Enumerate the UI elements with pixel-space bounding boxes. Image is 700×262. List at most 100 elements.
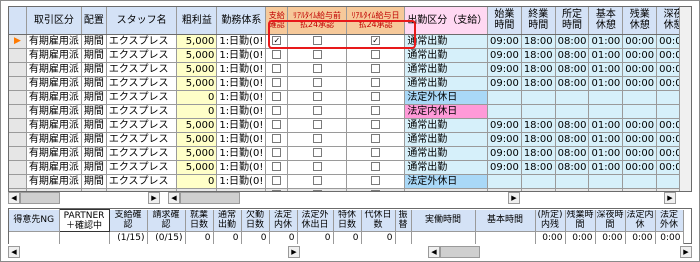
checkbox[interactable] (272, 106, 282, 115)
cell-work-system[interactable]: 1:日勤(0! (216, 90, 267, 105)
checkbox[interactable] (371, 64, 381, 73)
cell-work-system[interactable]: 1:日勤(0! (216, 146, 267, 161)
cell-attendance-type[interactable]: 通常出勤 (404, 62, 488, 77)
cell-time-e[interactable]: 18:00 (521, 76, 556, 91)
cell-check-0[interactable] (265, 174, 289, 189)
cell-check-1[interactable] (287, 174, 347, 189)
cell-time-b[interactable] (588, 104, 624, 119)
cell-time-f[interactable]: 08:00 (555, 62, 590, 77)
cell-time-f[interactable]: 08:00 (555, 118, 590, 133)
cell-time-z[interactable]: 00:00 (622, 48, 658, 63)
col-header-haichi[interactable]: 配置 (81, 7, 107, 35)
checkbox[interactable] (312, 162, 322, 171)
table-row[interactable]: 有期雇用派 期間 エクスプレス 0 1:日勤(0! 法定内休日 (9, 104, 691, 119)
checkbox[interactable] (272, 148, 282, 157)
cell-time-s[interactable]: 09:00 (487, 34, 522, 49)
cell-work-system[interactable]: 1:日勤(0! (216, 132, 267, 147)
cell-staff-name[interactable]: エクスプレス (106, 48, 178, 63)
cell-torihiki[interactable]: 有期雇用派 (26, 146, 82, 161)
cell-time-e[interactable]: 18:00 (521, 62, 556, 77)
cell-attendance-type[interactable]: 法定外休日 (404, 174, 488, 189)
checkbox[interactable] (312, 134, 322, 143)
cell-staff-name[interactable]: エクスプレス (106, 118, 178, 133)
cell-check-1[interactable] (287, 104, 347, 119)
cell-time-b[interactable]: 01:00 (588, 160, 624, 175)
cell-time-e[interactable] (521, 174, 556, 189)
cell-check-2[interactable] (346, 118, 406, 133)
cell-attendance-type[interactable]: 通常出勤 (404, 48, 488, 63)
cell-work-system[interactable]: 1:日勤(0! (216, 34, 267, 49)
cell-staff-name[interactable]: エクスプレス (106, 132, 178, 147)
cell-check-2[interactable] (346, 146, 406, 161)
col-header-work-system[interactable]: 勤務体系 (216, 7, 267, 35)
cell-gross-profit[interactable]: 0 (176, 174, 218, 189)
cell-gross-profit[interactable]: 5,000 (176, 62, 218, 77)
cell-check-1[interactable] (287, 118, 347, 133)
cell-time-s[interactable]: 09:00 (487, 76, 522, 91)
checkbox[interactable] (272, 134, 282, 143)
cell-time-b[interactable]: 01:00 (588, 132, 624, 147)
cell-staff-name[interactable]: エクスプレス (106, 90, 178, 105)
cell-time-f[interactable]: 08:00 (555, 34, 590, 49)
cell-check-1[interactable] (287, 132, 347, 147)
cell-attendance-type[interactable]: 通常出勤 (404, 146, 488, 161)
cell-attendance-type[interactable]: 法定内休日 (404, 104, 488, 119)
cell-haichi[interactable]: 期間 (81, 146, 107, 161)
cell-time-f[interactable]: 08:00 (555, 160, 590, 175)
cell-gross-profit[interactable]: 5,000 (176, 132, 218, 147)
cell-check-1[interactable] (287, 76, 347, 91)
checkbox[interactable] (272, 120, 282, 129)
cell-staff-name[interactable]: エクスプレス (106, 34, 178, 49)
col-header-attendance-type[interactable]: 出勤区分（支給） (404, 7, 488, 35)
cell-gross-profit[interactable]: 5,000 (176, 76, 218, 91)
cell-time-f[interactable] (555, 174, 590, 189)
grid-horizontal-scrollbar[interactable]: ◀ ▶ ◀ ▶ ▶ (8, 192, 692, 204)
scroll2-thumb[interactable] (180, 192, 240, 204)
cell-time-z[interactable]: 00:00 (622, 76, 658, 91)
col-header-ot-break[interactable]: 残業休憩 (622, 7, 658, 35)
cell-torihiki[interactable]: 有期雇用派 (26, 160, 82, 175)
cell-time-z[interactable]: 00:00 (622, 34, 658, 49)
checkbox[interactable] (371, 106, 381, 115)
cell-time-f[interactable]: 08:00 (555, 132, 590, 147)
cell-time-z[interactable]: 00:00 (622, 132, 658, 147)
summary-scroll-thumb[interactable] (440, 246, 480, 258)
col-header-end[interactable]: 終業時間 (521, 7, 556, 35)
checkbox[interactable] (272, 64, 282, 73)
cell-gross-profit[interactable]: 0 (176, 104, 218, 119)
cell-check-0[interactable] (265, 62, 289, 77)
cell-check-2[interactable] (346, 62, 406, 77)
cell-time-z[interactable] (622, 90, 658, 105)
checkbox[interactable] (312, 148, 322, 157)
checkbox[interactable] (312, 120, 322, 129)
cell-time-s[interactable]: 09:00 (487, 146, 522, 161)
cell-check-0[interactable] (265, 76, 289, 91)
cell-check-2[interactable] (346, 160, 406, 175)
table-row[interactable]: 有期雇用派 期間 エクスプレス 5,000 1:日勤(0! 通常出勤 09:00 18:00 0… (9, 76, 691, 91)
cell-time-s[interactable]: 09:00 (487, 62, 522, 77)
checkbox[interactable] (272, 78, 282, 87)
cell-gross-profit[interactable]: 5,000 (176, 146, 218, 161)
checkbox[interactable] (371, 50, 381, 59)
cell-time-b[interactable]: 01:00 (588, 62, 624, 77)
cell-time-s[interactable] (487, 104, 522, 119)
cell-time-b[interactable]: 01:00 (588, 76, 624, 91)
checkbox[interactable] (272, 50, 282, 59)
cell-time-e[interactable]: 18:00 (521, 146, 556, 161)
cell-time-e[interactable]: 18:00 (521, 118, 556, 133)
summary-scroll2-right-icon[interactable]: ▶ (680, 246, 692, 258)
cell-haichi[interactable]: 期間 (81, 34, 107, 49)
cell-time-e[interactable]: 18:00 (521, 34, 556, 49)
cell-gross-profit[interactable]: 5,000 (176, 118, 218, 133)
checkbox[interactable] (312, 64, 322, 73)
table-row[interactable]: 有期雇用派 期間 エクスプレス 0 1:日勤(0! 法定外休日 (9, 174, 691, 189)
cell-time-f[interactable] (555, 104, 590, 119)
cell-attendance-type[interactable]: 通常出勤 (404, 76, 488, 91)
cell-staff-name[interactable]: エクスプレス (106, 160, 178, 175)
col-header-gross-profit[interactable]: 粗利益 (176, 7, 218, 35)
cell-time-e[interactable] (521, 90, 556, 105)
cell-torihiki[interactable]: 有期雇用派 (26, 174, 82, 189)
cell-haichi[interactable]: 期間 (81, 118, 107, 133)
table-row[interactable]: 有期雇用派 期間 エクスプレス 5,000 1:日勤(0! 通常出勤 09:00 18:00 0… (9, 146, 691, 161)
col-header-start[interactable]: 始業時間 (487, 7, 522, 35)
